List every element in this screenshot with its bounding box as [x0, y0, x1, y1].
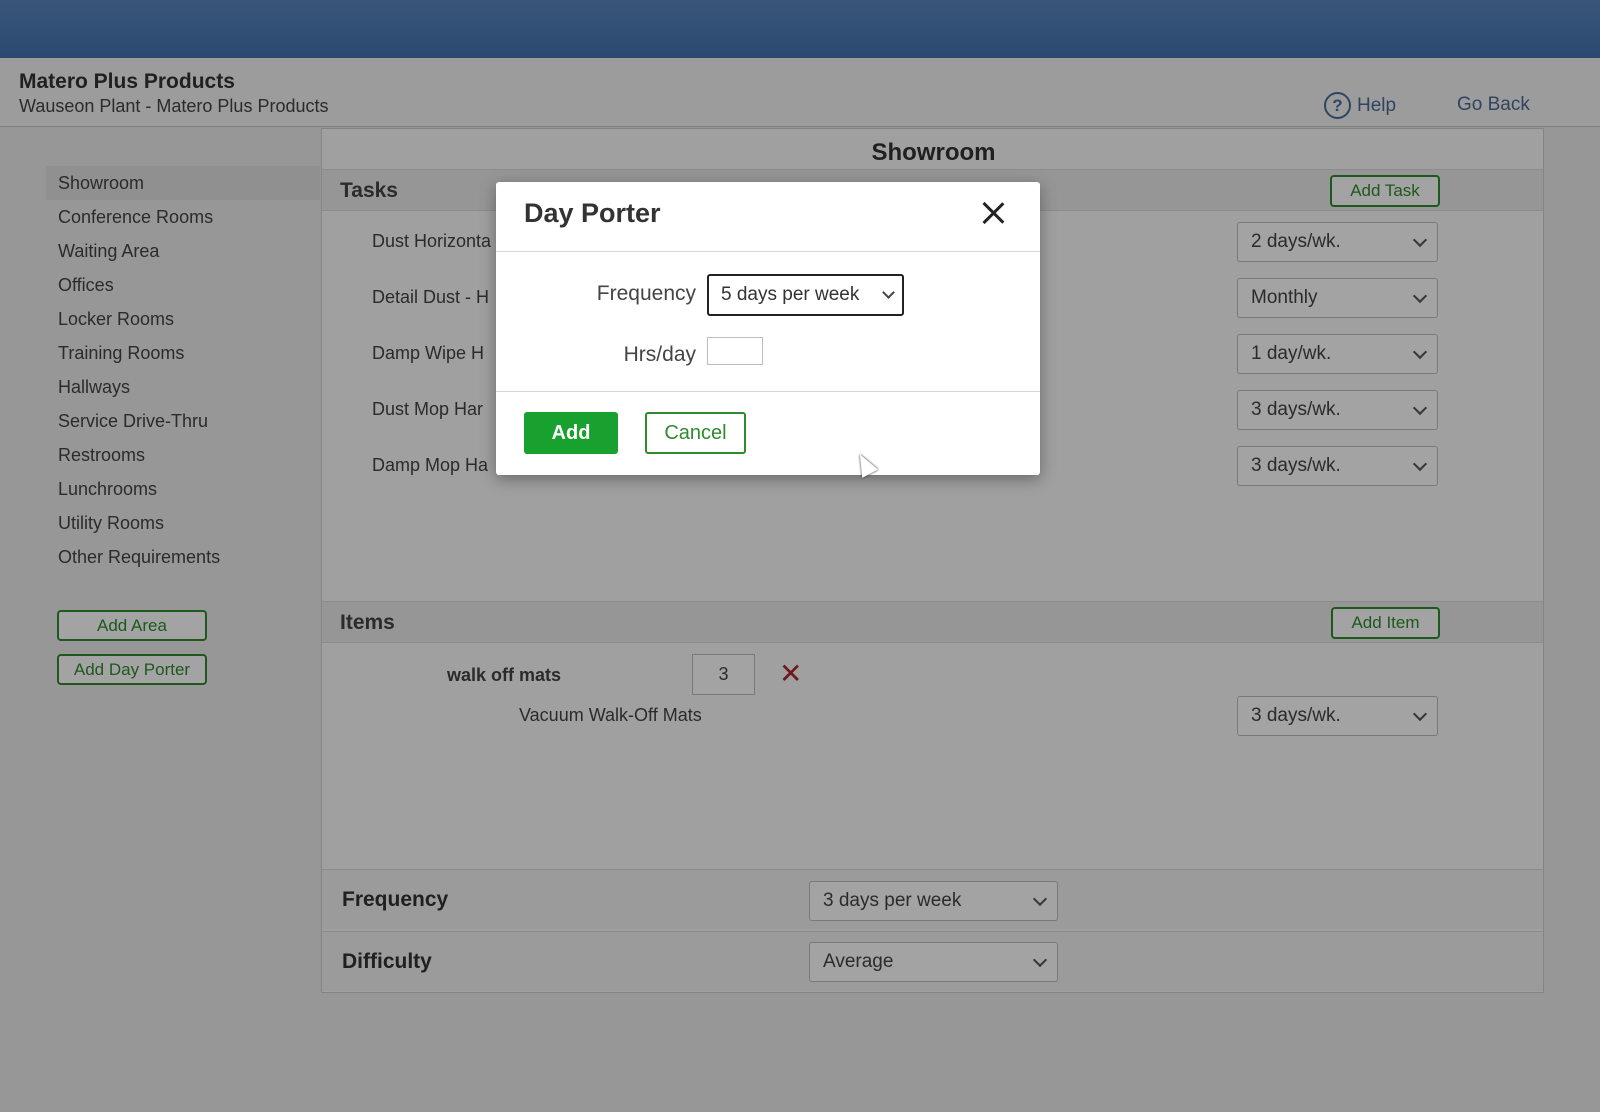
dialog-title: Day Porter	[524, 198, 661, 228]
close-icon[interactable]	[978, 198, 1008, 228]
modal-backdrop[interactable]	[0, 0, 1600, 1112]
day-porter-frequency-value: 5 days per week	[721, 284, 860, 305]
dialog-divider	[496, 251, 1040, 252]
hours-per-day-input[interactable]	[707, 337, 763, 365]
chevron-down-icon	[882, 286, 895, 299]
frequency-field-label: Frequency	[596, 282, 696, 305]
day-porter-frequency-select[interactable]: 5 days per week	[707, 274, 904, 316]
cancel-button[interactable]: Cancel	[645, 412, 746, 454]
hours-field-label: Hrs/day	[623, 343, 696, 366]
add-button[interactable]: Add	[524, 412, 618, 454]
day-porter-dialog: Day Porter Frequency 5 days per week Hrs…	[496, 182, 1040, 475]
dialog-divider	[496, 391, 1040, 392]
